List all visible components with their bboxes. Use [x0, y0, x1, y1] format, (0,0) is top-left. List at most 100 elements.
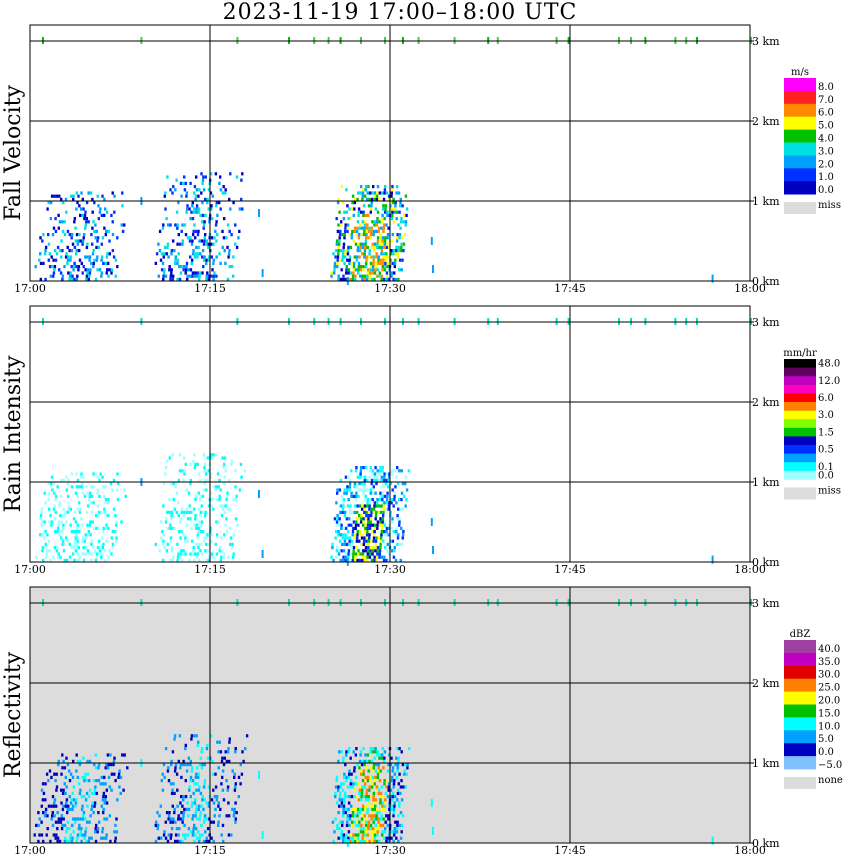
- top-speck: [327, 37, 330, 44]
- echo-cell: [386, 210, 389, 214]
- echo-cell: [241, 750, 244, 754]
- echo-cell: [43, 536, 46, 540]
- echo-cell: [162, 539, 165, 543]
- echo-cell: [382, 229, 385, 233]
- echo-cell: [56, 836, 60, 840]
- echo-cell: [334, 791, 337, 795]
- echo-cell: [336, 827, 339, 831]
- echo-cell: [227, 814, 231, 818]
- echo-cell: [89, 814, 92, 818]
- echo-cell: [238, 488, 242, 492]
- echo-cell: [93, 763, 96, 767]
- echo-cell: [373, 475, 376, 479]
- echo-cell: [203, 466, 206, 470]
- echo-cell: [65, 830, 68, 834]
- echo-cell: [385, 814, 388, 818]
- echo-cell: [403, 769, 406, 773]
- echo-cell: [395, 530, 398, 534]
- echo-cell: [357, 271, 360, 275]
- echo-cell: [381, 469, 384, 473]
- echo-cell: [74, 536, 77, 540]
- echo-cell: [108, 549, 111, 553]
- echo-cell: [40, 833, 44, 837]
- legend-swatch: [784, 419, 816, 429]
- echo-cell: [222, 482, 226, 486]
- echo-cell: [377, 255, 380, 259]
- echo-cell: [342, 555, 345, 559]
- echo-cell: [54, 530, 57, 534]
- echo-cell: [208, 555, 211, 559]
- echo-cell: [361, 555, 364, 559]
- echo-cell: [367, 539, 371, 543]
- echo-cell: [204, 472, 208, 476]
- echo-cell: [351, 839, 354, 843]
- echo-cell: [55, 788, 58, 792]
- echo-cell: [398, 268, 401, 272]
- echo-cell: [195, 188, 199, 192]
- echo-cell: [351, 558, 354, 562]
- echo-cell: [359, 475, 362, 479]
- echo-cell: [394, 204, 397, 208]
- echo-cell: [175, 510, 179, 514]
- echo-cell: [352, 552, 355, 556]
- echo-cell: [175, 210, 179, 214]
- echo-cell: [391, 239, 394, 243]
- echo-cell: [68, 839, 71, 843]
- echo-cell: [94, 549, 97, 553]
- echo-cell: [163, 533, 166, 537]
- echo-cell: [212, 839, 215, 843]
- echo-cell: [234, 242, 237, 246]
- echo-cell: [385, 191, 389, 195]
- echo-cell: [219, 188, 223, 192]
- echo-cell: [212, 258, 215, 262]
- echo-cell: [68, 795, 71, 799]
- echo-cell: [207, 245, 210, 249]
- echo-cell: [363, 558, 366, 562]
- echo-cell: [226, 507, 229, 511]
- echo-cell: [93, 229, 96, 233]
- echo-cell: [66, 839, 69, 843]
- echo-cell: [88, 759, 92, 763]
- echo-cell: [174, 763, 178, 767]
- echo-cell: [335, 801, 339, 805]
- echo-cell: [354, 242, 358, 246]
- echo-cell: [72, 817, 75, 821]
- echo-cell: [218, 740, 221, 744]
- echo-cell: [81, 552, 84, 556]
- echo-cell: [198, 785, 201, 789]
- echo-cell: [83, 494, 87, 498]
- echo-cell: [209, 530, 212, 534]
- echo-cell: [169, 223, 172, 227]
- echo-cell: [79, 833, 82, 837]
- echo-cell: [172, 817, 175, 821]
- echo-cell: [388, 552, 391, 556]
- echo-cell: [77, 827, 81, 831]
- echo-cell: [337, 249, 340, 253]
- echo-cell: [375, 763, 378, 767]
- echo-cell: [344, 558, 347, 562]
- echo-cell: [222, 798, 226, 802]
- echo-cell: [190, 804, 194, 808]
- echo-cell: [399, 785, 403, 789]
- echo-cell: [163, 268, 166, 272]
- echo-cell: [388, 827, 392, 831]
- echo-cell: [362, 795, 366, 799]
- echo-cell: [363, 507, 366, 511]
- echo-cell: [103, 494, 106, 498]
- top-speck: [487, 318, 490, 325]
- echo-cell: [398, 210, 401, 214]
- echo-cell: [39, 517, 42, 521]
- echo-cell: [44, 798, 47, 802]
- echo-cell: [383, 750, 387, 754]
- echo-cell: [189, 462, 192, 466]
- echo-cell: [231, 542, 234, 546]
- echo-cell: [355, 775, 358, 779]
- echo-cell: [42, 811, 45, 815]
- echo-cell: [356, 807, 360, 811]
- echo-cell: [365, 514, 368, 518]
- echo-cell: [196, 462, 199, 466]
- echo-cell: [383, 268, 387, 272]
- echo-cell: [197, 546, 200, 550]
- echo-cell: [383, 242, 386, 246]
- echo-cell: [345, 210, 348, 214]
